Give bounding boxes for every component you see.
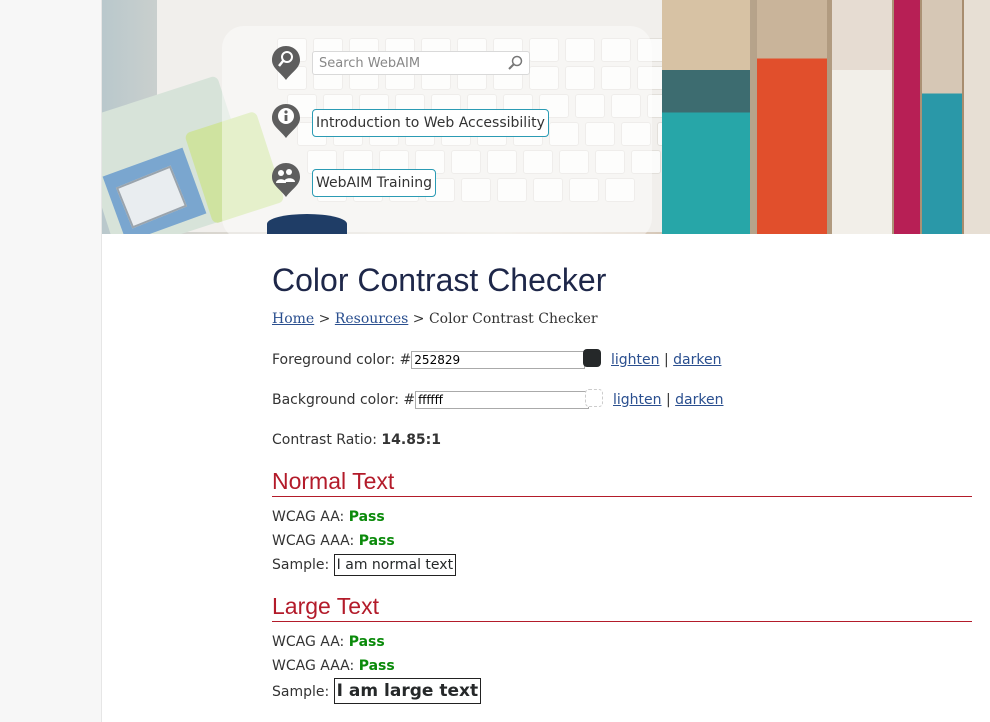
- large-aaa-row: WCAG AAA: Pass: [272, 655, 395, 677]
- large-text-heading: Large Text: [272, 593, 972, 622]
- normal-aaa-row: WCAG AAA: Pass: [272, 530, 395, 552]
- breadcrumb-separator: >: [318, 311, 331, 327]
- breadcrumb-separator: >: [412, 311, 425, 327]
- foreground-darken-link[interactable]: darken: [673, 352, 721, 368]
- foreground-label: Foreground color: #: [272, 352, 412, 368]
- banner-books-image: [662, 0, 990, 234]
- foreground-lighten-link[interactable]: lighten: [611, 352, 660, 368]
- normal-sample-row: Sample: I am normal text: [272, 554, 457, 576]
- search-input[interactable]: Search WebAIM: [312, 51, 530, 75]
- normal-aa-status: Pass: [348, 509, 385, 525]
- normal-sample-box: I am normal text: [333, 554, 457, 576]
- background-label: Background color: #: [272, 392, 416, 408]
- foreground-swatch[interactable]: [583, 349, 601, 367]
- contrast-ratio-value: 14.85:1: [381, 432, 442, 448]
- breadcrumb: Home > Resources > Color Contrast Checke…: [272, 311, 598, 327]
- page-title: Color Contrast Checker: [272, 262, 607, 298]
- header-banner: Search WebAIM Introduction to Web Access…: [102, 0, 990, 234]
- foreground-color-input[interactable]: [411, 351, 586, 369]
- background-row: Background color: #: [272, 389, 590, 411]
- normal-sample-label: Sample:: [272, 557, 334, 573]
- foreground-row: Foreground color: #: [272, 349, 586, 371]
- background-separator: |: [665, 392, 671, 408]
- normal-aaa-label: WCAG AAA:: [272, 533, 359, 549]
- search-icon: [272, 46, 300, 80]
- background-darken-link[interactable]: darken: [675, 392, 723, 408]
- nav-link-intro[interactable]: Introduction to Web Accessibility: [312, 109, 549, 137]
- background-lighten-link[interactable]: lighten: [613, 392, 662, 408]
- breadcrumb-resources[interactable]: Resources: [335, 311, 408, 327]
- nav-link-training[interactable]: WebAIM Training: [312, 169, 436, 197]
- normal-aa-label: WCAG AA:: [272, 509, 349, 525]
- large-aa-status: Pass: [348, 634, 385, 650]
- contrast-ratio-row: Contrast Ratio: 14.85:1: [272, 429, 441, 451]
- normal-aa-row: WCAG AA: Pass: [272, 506, 385, 528]
- contrast-ratio-label: Contrast Ratio:: [272, 432, 382, 448]
- search-placeholder: Search WebAIM: [319, 56, 421, 71]
- training-icon: [272, 163, 300, 197]
- large-sample-box: I am large text: [333, 678, 482, 704]
- page: Search WebAIM Introduction to Web Access…: [101, 0, 990, 722]
- background-swatch[interactable]: [585, 389, 603, 407]
- normal-aaa-status: Pass: [358, 533, 395, 549]
- breadcrumb-home[interactable]: Home: [272, 311, 314, 327]
- banner-decoration: [267, 214, 347, 234]
- magnifier-icon[interactable]: [507, 55, 523, 71]
- large-aaa-status: Pass: [358, 658, 395, 674]
- normal-text-heading: Normal Text: [272, 468, 972, 497]
- large-aaa-label: WCAG AAA:: [272, 658, 359, 674]
- foreground-actions: lighten | darken: [611, 349, 721, 371]
- large-aa-label: WCAG AA:: [272, 634, 349, 650]
- background-actions: lighten | darken: [613, 389, 723, 411]
- large-sample-row: Sample: I am large text: [272, 678, 482, 706]
- foreground-separator: |: [663, 352, 669, 368]
- large-aa-row: WCAG AA: Pass: [272, 631, 385, 653]
- info-icon: [272, 104, 300, 138]
- background-color-input[interactable]: [415, 391, 590, 409]
- breadcrumb-current: Color Contrast Checker: [428, 311, 598, 327]
- large-sample-label: Sample:: [272, 684, 334, 700]
